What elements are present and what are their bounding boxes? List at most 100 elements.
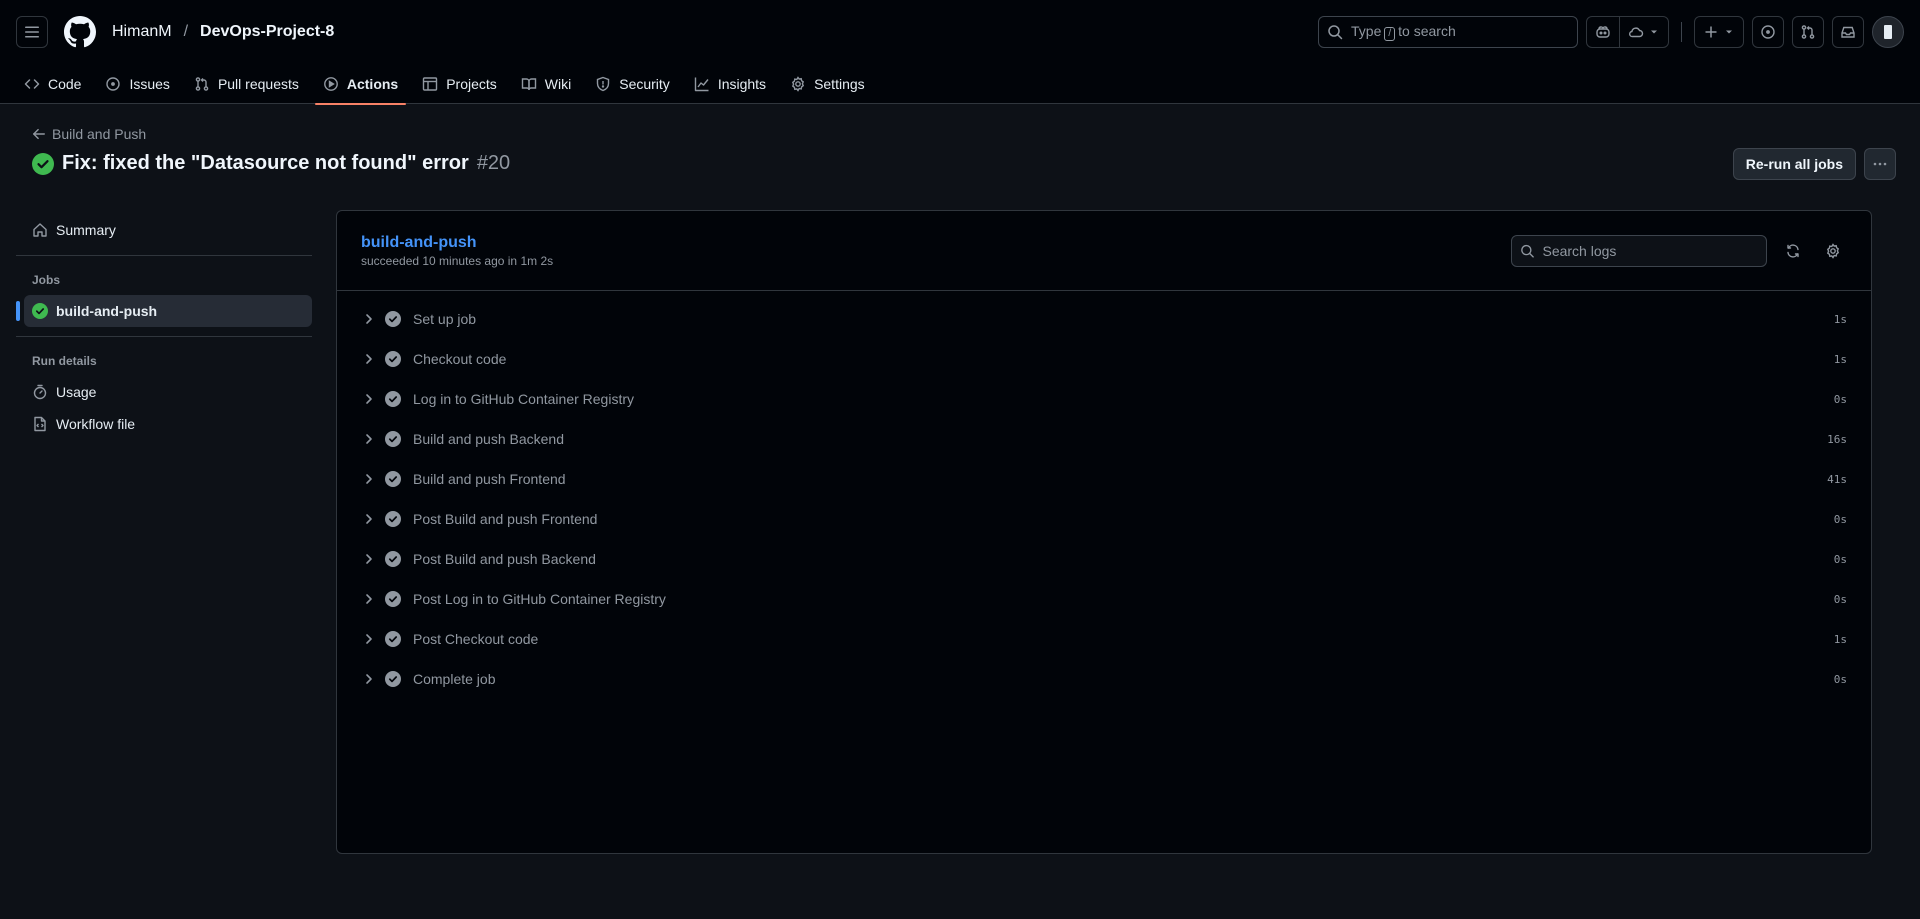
job-step-row[interactable]: Checkout code 1s bbox=[337, 339, 1871, 379]
book-icon bbox=[521, 78, 536, 91]
chevron-right-icon bbox=[366, 594, 372, 604]
step-duration: 16s bbox=[1827, 432, 1847, 446]
copilot-cloud-dropdown[interactable] bbox=[1619, 17, 1668, 47]
job-step-row[interactable]: Log in to GitHub Container Registry 0s bbox=[337, 379, 1871, 419]
step-success-check-icon bbox=[385, 431, 401, 447]
step-success-check-icon bbox=[385, 351, 401, 367]
issue-opened-icon bbox=[1761, 25, 1775, 39]
step-name: Post Build and push Frontend bbox=[413, 511, 598, 527]
gear-icon bbox=[792, 76, 805, 92]
breadcrumb-separator: / bbox=[183, 23, 189, 40]
job-status-meta: succeeded 10 minutes ago in 1m 2s bbox=[361, 253, 554, 268]
job-step-row[interactable]: Build and push Frontend 41s bbox=[337, 459, 1871, 499]
search-icon bbox=[1328, 25, 1343, 40]
step-name: Checkout code bbox=[413, 351, 507, 367]
back-to-workflow-link[interactable]: Build and Push bbox=[32, 124, 1896, 144]
tab-wiki[interactable]: Wiki bbox=[513, 64, 579, 104]
tab-pull-requests[interactable]: Pull requests bbox=[186, 64, 307, 104]
step-success-check-icon bbox=[385, 391, 401, 407]
chevron-right-icon bbox=[366, 394, 372, 404]
repo-owner-link[interactable]: HimanM bbox=[112, 23, 172, 41]
tab-label: Issues bbox=[129, 76, 170, 92]
run-actions: Re-run all jobs bbox=[1732, 148, 1896, 180]
create-new-button[interactable] bbox=[1694, 16, 1744, 48]
copilot-button[interactable] bbox=[1587, 17, 1619, 47]
job-step-row[interactable]: Build and push Backend 16s bbox=[337, 419, 1871, 459]
job-header: build-and-push succeeded 10 minutes ago … bbox=[337, 211, 1871, 291]
copilot-button-group bbox=[1586, 16, 1669, 48]
job-log-panel: build-and-push succeeded 10 minutes ago … bbox=[336, 210, 1872, 854]
success-check-circle-icon bbox=[32, 152, 54, 175]
cloud-icon bbox=[1629, 27, 1644, 38]
tab-projects[interactable]: Projects bbox=[414, 64, 505, 104]
step-duration: 0s bbox=[1833, 672, 1847, 686]
job-main: build-and-push succeeded 10 minutes ago … bbox=[336, 210, 1896, 854]
tab-insights[interactable]: Insights bbox=[686, 64, 774, 104]
sidebar-item-summary[interactable]: Summary bbox=[16, 214, 312, 246]
search-logs-input[interactable] bbox=[1542, 242, 1758, 259]
sidebar-divider bbox=[16, 336, 312, 337]
search-logs-field[interactable] bbox=[1511, 234, 1767, 267]
tab-actions[interactable]: Actions bbox=[314, 64, 407, 105]
inbox-button[interactable] bbox=[1832, 16, 1864, 48]
step-duration: 1s bbox=[1833, 312, 1847, 326]
inbox-icon bbox=[1841, 26, 1855, 38]
step-duration: 0s bbox=[1833, 392, 1847, 406]
tab-settings[interactable]: Settings bbox=[782, 64, 873, 104]
job-step-row[interactable]: Post Log in to GitHub Container Registry… bbox=[337, 579, 1871, 619]
run-title-row: Fix: fixed the "Datasource not found" er… bbox=[32, 152, 1896, 175]
rerun-all-jobs-button[interactable]: Re-run all jobs bbox=[1732, 148, 1856, 180]
issue-icon bbox=[106, 77, 121, 91]
sidebar-item-label: Workflow file bbox=[56, 416, 136, 432]
arrow-left-icon bbox=[33, 128, 45, 140]
job-name[interactable]: build-and-push bbox=[361, 234, 553, 252]
more-options-button[interactable] bbox=[1864, 148, 1896, 180]
create-new-plus[interactable] bbox=[1695, 17, 1743, 47]
stopwatch-icon bbox=[33, 384, 47, 400]
pull-requests-shortcut-button[interactable] bbox=[1792, 16, 1824, 48]
tab-security[interactable]: Security bbox=[587, 64, 678, 104]
search-hint: Type / to search bbox=[1351, 23, 1456, 41]
tab-label: Actions bbox=[346, 76, 399, 92]
job-step-row[interactable]: Post Checkout code 1s bbox=[337, 619, 1871, 659]
step-success-check-icon bbox=[385, 511, 401, 527]
repo-breadcrumb: HimanM / DevOps-Project-8 bbox=[112, 23, 334, 41]
job-step-row[interactable]: Post Build and push Frontend 0s bbox=[337, 499, 1871, 539]
user-avatar[interactable] bbox=[1872, 16, 1904, 48]
issues-shortcut-button[interactable] bbox=[1752, 16, 1784, 48]
code-icon bbox=[24, 79, 40, 89]
global-search-input[interactable]: Type / to search bbox=[1318, 16, 1578, 48]
sidebar-item-label: Summary bbox=[56, 222, 116, 238]
tab-label: Projects bbox=[446, 76, 497, 92]
search-shortcut-key: / bbox=[1384, 27, 1396, 41]
job-step-row[interactable]: Set up job 1s bbox=[337, 299, 1871, 339]
tab-label: Insights bbox=[717, 76, 767, 92]
job-heading: build-and-push succeeded 10 minutes ago … bbox=[361, 234, 553, 268]
success-check-circle-icon bbox=[32, 303, 48, 319]
tab-code[interactable]: Code bbox=[16, 64, 89, 104]
file-code-icon bbox=[34, 416, 46, 432]
menu-button[interactable] bbox=[16, 16, 48, 48]
sidebar-item-job-build-and-push[interactable]: build-and-push bbox=[16, 295, 312, 327]
job-step-row[interactable]: Complete job 0s bbox=[337, 659, 1871, 699]
graph-icon bbox=[694, 77, 709, 92]
repo-name-link[interactable]: DevOps-Project-8 bbox=[200, 23, 334, 41]
step-name: Post Build and push Backend bbox=[413, 551, 596, 567]
sidebar-item-workflow-file[interactable]: Workflow file bbox=[16, 408, 312, 440]
log-settings-button[interactable] bbox=[1819, 237, 1847, 265]
step-duration: 41s bbox=[1827, 472, 1847, 486]
tab-label: Settings bbox=[814, 76, 865, 92]
sidebar-item-label: build-and-push bbox=[56, 303, 158, 319]
tab-label: Code bbox=[48, 76, 82, 92]
step-duration: 0s bbox=[1833, 512, 1847, 526]
run-number: #20 bbox=[476, 152, 511, 174]
tab-issues[interactable]: Issues bbox=[97, 64, 177, 104]
job-step-row[interactable]: Post Build and push Backend 0s bbox=[337, 539, 1871, 579]
table-icon bbox=[423, 77, 438, 91]
github-logo-icon[interactable] bbox=[64, 16, 96, 48]
sidebar-item-usage[interactable]: Usage bbox=[16, 376, 312, 408]
refresh-logs-button[interactable] bbox=[1779, 237, 1807, 265]
repo-nav-tabs: Code Issues Pull requests Actions Projec… bbox=[0, 64, 1920, 105]
step-success-check-icon bbox=[385, 551, 401, 567]
chevron-right-icon bbox=[366, 314, 372, 324]
